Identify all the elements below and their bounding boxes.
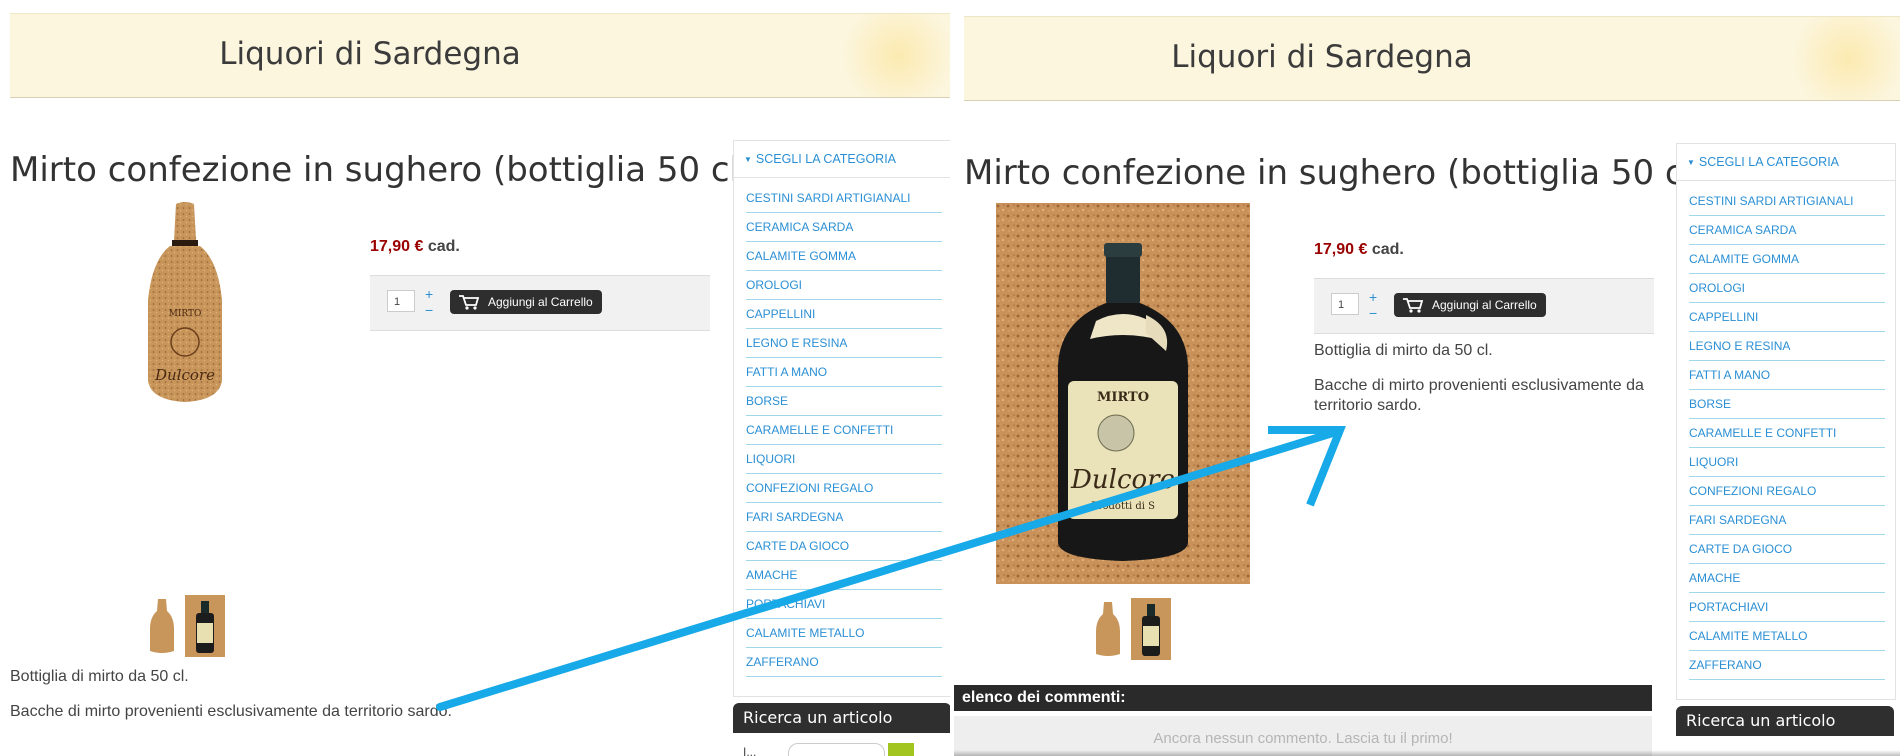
category-item[interactable]: CARAMELLE E CONFETTI bbox=[746, 416, 942, 445]
category-item[interactable]: ZAFFERANO bbox=[1689, 651, 1885, 680]
search-widget-title: Ricerca un articolo bbox=[1676, 706, 1894, 736]
price-unit: cad. bbox=[1371, 241, 1404, 258]
bottle-brand-name: Dulcore bbox=[1070, 465, 1175, 495]
triangle-down-icon: ▼ bbox=[1687, 158, 1695, 167]
category-item[interactable]: BORSE bbox=[1689, 390, 1885, 419]
header-glow bbox=[1785, 17, 1900, 100]
category-item[interactable]: AMACHE bbox=[746, 561, 942, 590]
category-item[interactable]: CARAMELLE E CONFETTI bbox=[1689, 419, 1885, 448]
category-item[interactable]: PORTACHIAVI bbox=[746, 590, 942, 619]
category-sidebar: ▼ SCEGLI LA CATEGORIA CESTINI SARDI ARTIG… bbox=[733, 140, 950, 697]
category-item[interactable]: CERAMICA SARDA bbox=[746, 213, 942, 242]
product-description-line1: Bottiglia di mirto da 50 cl. bbox=[1314, 342, 1493, 359]
product-description-line2b: territorio sardo. bbox=[1314, 397, 1422, 414]
product-image-bottle[interactable]: MIRTO Dulcore Prodotti di S bbox=[996, 203, 1250, 584]
panel-before: Liquori di Sardegna Mirto confezione in … bbox=[0, 0, 950, 756]
category-list: CESTINI SARDI ARTIGIANALI CERAMICA SARDA… bbox=[734, 184, 950, 677]
category-item[interactable]: AMACHE bbox=[1689, 564, 1885, 593]
category-item[interactable]: LIQUORI bbox=[1689, 448, 1885, 477]
quantity-increase-button[interactable]: + bbox=[1369, 290, 1377, 304]
category-item[interactable]: OROLOGI bbox=[1689, 274, 1885, 303]
quantity-decrease-button[interactable]: − bbox=[1369, 306, 1377, 320]
site-header: Liquori di Sardegna bbox=[964, 16, 1900, 101]
category-item[interactable]: FARI SARDEGNA bbox=[746, 503, 942, 532]
header-glow bbox=[835, 14, 950, 97]
bottle-brand-top: MIRTO bbox=[1097, 390, 1149, 405]
category-heading-label: SCEGLI LA CATEGORIA bbox=[1698, 155, 1840, 169]
category-item[interactable]: LEGNO E RESINA bbox=[746, 329, 942, 358]
panel-after: Liquori di Sardegna Mirto confezione in … bbox=[954, 0, 1900, 756]
category-list: CESTINI SARDI ARTIGIANALI CERAMICA SARDA… bbox=[1677, 187, 1895, 680]
search-input[interactable] bbox=[788, 743, 885, 756]
search-widget: I... bbox=[733, 733, 950, 756]
bottom-shadow bbox=[954, 750, 1900, 756]
category-item[interactable]: FATTI A MANO bbox=[746, 358, 942, 387]
quantity-increase-button[interactable]: + bbox=[425, 287, 433, 301]
category-heading[interactable]: ▼ SCEGLI LA CATEGORIA bbox=[1677, 144, 1895, 181]
triangle-down-icon: ▼ bbox=[744, 155, 752, 164]
category-item[interactable]: CARTE DA GIOCO bbox=[746, 532, 942, 561]
search-submit-button[interactable] bbox=[888, 743, 914, 756]
category-item[interactable]: CALAMITE GOMMA bbox=[1689, 245, 1885, 274]
price-label: 17,90 € cad. bbox=[1314, 241, 1404, 259]
category-item[interactable]: LEGNO E RESINA bbox=[1689, 332, 1885, 361]
category-item[interactable]: PORTACHIAVI bbox=[1689, 593, 1885, 622]
category-item[interactable]: CONFEZIONI REGALO bbox=[1689, 477, 1885, 506]
add-to-cart-button[interactable]: Aggiungi al Carrello bbox=[450, 290, 602, 314]
site-title: Liquori di Sardegna bbox=[219, 36, 521, 72]
product-description-line2a: Bacche di mirto provenienti esclusivamen… bbox=[1314, 377, 1644, 394]
add-to-cart-label: Aggiungi al Carrello bbox=[488, 295, 593, 309]
bottle-sub-label: Prodotti di S bbox=[1091, 501, 1155, 512]
category-item[interactable]: FATTI A MANO bbox=[1689, 361, 1885, 390]
site-header: Liquori di Sardegna bbox=[10, 13, 950, 98]
thumbnail-bottle[interactable] bbox=[185, 595, 225, 657]
category-item[interactable]: CESTINI SARDI ARTIGIANALI bbox=[746, 184, 942, 213]
category-item[interactable]: OROLOGI bbox=[746, 271, 942, 300]
product-description-line2: Bacche di mirto provenienti esclusivamen… bbox=[10, 703, 452, 720]
quantity-decrease-button[interactable]: − bbox=[425, 303, 433, 317]
category-item[interactable]: CALAMITE METALLO bbox=[1689, 622, 1885, 651]
cork-brand-top: MIRTO bbox=[169, 309, 202, 319]
cart-bar: 1 + − Aggiungi al Carrello bbox=[1314, 278, 1654, 334]
product-title: Mirto confezione in sughero (bottiglia 5… bbox=[10, 150, 753, 190]
search-label: I... bbox=[743, 745, 757, 756]
quantity-input[interactable]: 1 bbox=[1331, 293, 1359, 315]
add-to-cart-label: Aggiungi al Carrello bbox=[1432, 298, 1537, 312]
add-to-cart-button[interactable]: Aggiungi al Carrello bbox=[1394, 293, 1546, 317]
category-item[interactable]: ZAFFERANO bbox=[746, 648, 942, 677]
product-image-cork[interactable]: MIRTO Dulcore bbox=[140, 200, 230, 410]
category-item[interactable]: LIQUORI bbox=[746, 445, 942, 474]
category-item[interactable]: BORSE bbox=[746, 387, 942, 416]
price-unit: cad. bbox=[427, 238, 460, 255]
comments-header: elenco dei commenti: bbox=[954, 685, 1652, 711]
thumbnail-cork[interactable] bbox=[1088, 598, 1128, 660]
category-item[interactable]: CAPPELLINI bbox=[1689, 303, 1885, 332]
category-item[interactable]: CALAMITE METALLO bbox=[746, 619, 942, 648]
search-widget-title: Ricerca un articolo bbox=[733, 703, 950, 733]
price-amount: 17,90 € bbox=[1314, 241, 1368, 258]
quantity-input[interactable]: 1 bbox=[387, 290, 415, 312]
category-item[interactable]: FARI SARDEGNA bbox=[1689, 506, 1885, 535]
price-amount: 17,90 € bbox=[370, 238, 424, 255]
cart-bar: 1 + − Aggiungi al Carrello bbox=[370, 275, 710, 331]
category-item[interactable]: CARTE DA GIOCO bbox=[1689, 535, 1885, 564]
product-description-line1: Bottiglia di mirto da 50 cl. bbox=[10, 668, 189, 685]
thumbnail-cork[interactable] bbox=[142, 595, 182, 657]
category-item[interactable]: CONFEZIONI REGALO bbox=[746, 474, 942, 503]
category-heading-label: SCEGLI LA CATEGORIA bbox=[755, 152, 897, 166]
product-title: Mirto confezione in sughero (bottiglia 5… bbox=[964, 153, 1707, 193]
category-heading[interactable]: ▼ SCEGLI LA CATEGORIA bbox=[734, 141, 950, 178]
category-item[interactable]: CESTINI SARDI ARTIGIANALI bbox=[1689, 187, 1885, 216]
category-item[interactable]: CAPPELLINI bbox=[746, 300, 942, 329]
cork-brand-name: Dulcore bbox=[154, 366, 215, 384]
site-title: Liquori di Sardegna bbox=[1171, 39, 1473, 75]
category-item[interactable]: CALAMITE GOMMA bbox=[746, 242, 942, 271]
thumbnail-bottle[interactable] bbox=[1131, 598, 1171, 660]
price-label: 17,90 € cad. bbox=[370, 238, 460, 256]
cart-icon bbox=[1403, 298, 1424, 313]
cart-icon bbox=[459, 295, 480, 310]
category-item[interactable]: CERAMICA SARDA bbox=[1689, 216, 1885, 245]
category-sidebar: ▼ SCEGLI LA CATEGORIA CESTINI SARDI ARTIG… bbox=[1676, 143, 1896, 700]
